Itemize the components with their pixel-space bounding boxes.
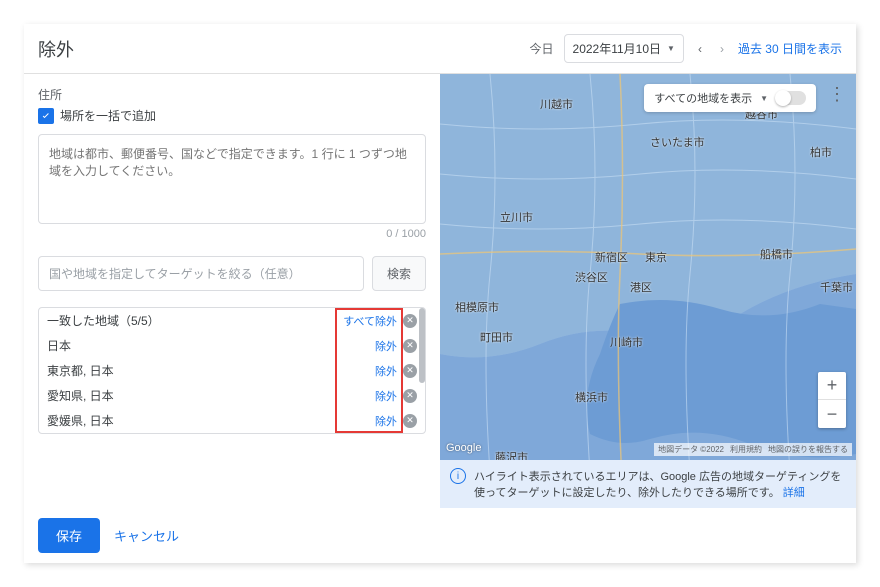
country-filter-input[interactable] (38, 256, 364, 291)
exclude-link[interactable]: 除外 (375, 388, 397, 404)
result-row: 東京都, 日本 除外 ✕ (39, 358, 425, 383)
chevron-down-icon: ▼ (760, 94, 768, 103)
result-label: 東京都, 日本 (47, 362, 375, 379)
result-row: 愛媛県, 日本 除外 ✕ (39, 408, 425, 433)
map-info-bar: i ハイライト表示されているエリアは、Google 広告の地域ターゲティングを使… (440, 460, 856, 508)
city-label: さいたま市 (650, 134, 705, 150)
locations-textarea[interactable] (38, 134, 426, 224)
close-icon[interactable]: ✕ (403, 339, 417, 353)
map-layer-label: すべての地域を表示 (654, 90, 752, 106)
scrollbar[interactable] (419, 308, 425, 383)
address-section-label: 住所 (38, 86, 426, 103)
result-label: 日本 (47, 337, 375, 354)
info-details-link[interactable]: 詳細 (783, 487, 805, 499)
page-title: 除外 (38, 36, 530, 62)
exclude-all-link[interactable]: すべて除外 (343, 313, 397, 329)
close-icon[interactable]: ✕ (403, 364, 417, 378)
map[interactable]: 川越市 さいたま市 越谷市 柏市 立川市 新宿区 東京 港区 船橋市 千葉市 渋… (440, 74, 856, 508)
city-label: 船橋市 (760, 246, 793, 262)
prev-button[interactable]: ‹ (694, 42, 706, 56)
map-toggle[interactable] (776, 91, 806, 105)
city-label: 千葉市 (820, 279, 853, 295)
city-label: 東京 (645, 249, 667, 265)
city-label: 渋谷区 (575, 269, 608, 285)
char-counter: 0 / 1000 (38, 228, 426, 240)
city-label: 港区 (630, 279, 652, 295)
next-button[interactable]: › (716, 42, 728, 56)
city-label: 川越市 (540, 96, 573, 112)
date-picker[interactable]: 2022年11月10日 ▼ (564, 34, 684, 63)
bulk-add-checkbox[interactable] (38, 108, 54, 124)
cancel-button[interactable]: キャンセル (114, 526, 179, 545)
zoom-in-button[interactable]: + (818, 372, 846, 400)
search-button[interactable]: 検索 (372, 256, 426, 291)
city-label: 町田市 (480, 329, 513, 345)
info-icon: i (450, 468, 466, 484)
close-icon[interactable]: ✕ (403, 414, 417, 428)
close-icon[interactable]: ✕ (403, 314, 417, 328)
chevron-down-icon: ▼ (667, 44, 675, 53)
exclude-link[interactable]: 除外 (375, 338, 397, 354)
result-row: 日本 除外 ✕ (39, 333, 425, 358)
city-label: 新宿区 (595, 249, 628, 265)
google-logo: Google (446, 442, 481, 454)
city-label: 柏市 (810, 144, 832, 160)
exclude-link[interactable]: 除外 (375, 363, 397, 379)
result-label: 愛知県, 日本 (47, 387, 375, 404)
results-list: 一致した地域（5/5） すべて除外 ✕ 日本 除外 ✕ 東京都, 日本 除外 ✕… (38, 307, 426, 434)
results-header: 一致した地域（5/5） (47, 312, 343, 329)
city-label: 川崎市 (610, 334, 643, 350)
map-menu-icon[interactable]: ⋮ (828, 84, 846, 105)
date-value: 2022年11月10日 (573, 40, 662, 57)
city-label: 相模原市 (455, 299, 499, 315)
city-label: 横浜市 (575, 389, 608, 405)
bulk-add-label: 場所を一括で追加 (60, 107, 156, 124)
result-label: 愛媛県, 日本 (47, 412, 375, 429)
show-30-days-link[interactable]: 過去 30 日間を表示 (738, 40, 842, 57)
today-label: 今日 (530, 40, 554, 57)
city-label: 立川市 (500, 209, 533, 225)
zoom-out-button[interactable]: − (818, 400, 846, 428)
close-icon[interactable]: ✕ (403, 389, 417, 403)
map-attribution: 地図データ ©2022 利用規約 地図の誤りを報告する (654, 443, 852, 456)
exclude-link[interactable]: 除外 (375, 413, 397, 429)
result-row: 愛知県, 日本 除外 ✕ (39, 383, 425, 408)
save-button[interactable]: 保存 (38, 518, 100, 553)
map-layer-dropdown[interactable]: すべての地域を表示 ▼ (644, 84, 816, 112)
